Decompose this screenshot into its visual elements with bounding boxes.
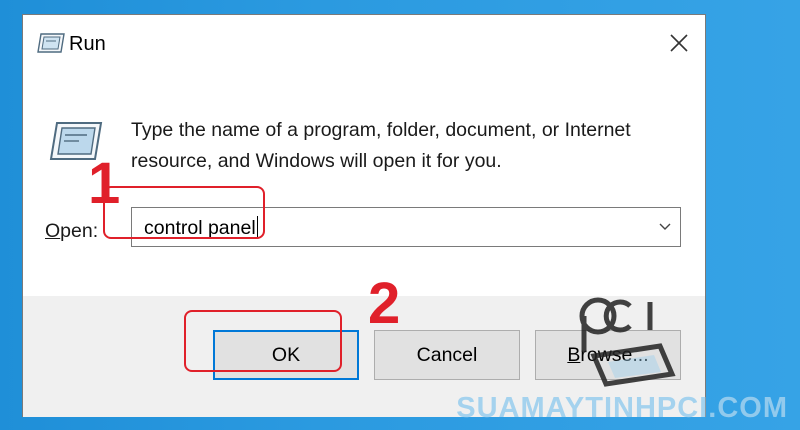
open-label-mnemonic: O <box>45 220 61 242</box>
open-label-rest: pen: <box>60 220 99 242</box>
run-app-icon <box>37 33 65 53</box>
step-1-label: 1 <box>88 151 121 216</box>
open-label: Open: <box>45 220 98 243</box>
window-title: Run <box>69 33 106 55</box>
cancel-button[interactable]: Cancel <box>374 330 520 380</box>
pci-logo <box>579 297 676 387</box>
title-bar: Run <box>23 15 705 67</box>
highlight-ok-button <box>184 310 342 372</box>
highlight-open-input <box>103 186 265 239</box>
site-watermark: SUAMAYTINHPCI.COM <box>456 392 788 424</box>
step-2-label: 2 <box>368 271 401 336</box>
close-icon[interactable] <box>667 31 691 55</box>
dialog-description: Type the name of a program, folder, docu… <box>131 119 631 172</box>
chevron-down-icon[interactable] <box>658 220 672 234</box>
